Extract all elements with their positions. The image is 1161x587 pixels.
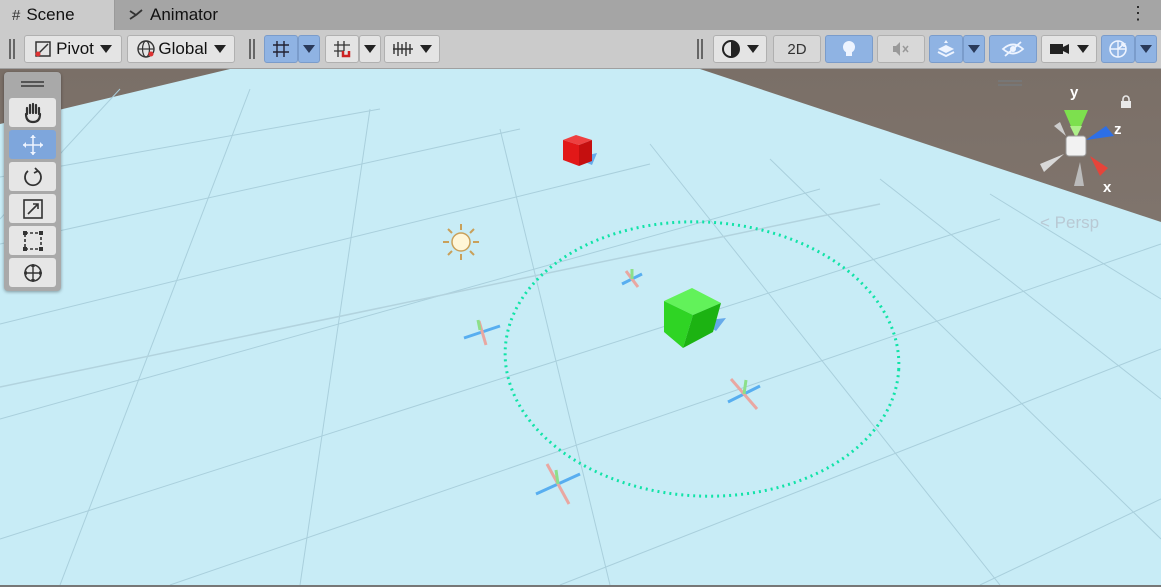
grid-snap-icon bbox=[273, 41, 289, 57]
chevron-down-icon bbox=[364, 45, 376, 53]
chevron-down-icon bbox=[968, 45, 980, 53]
tools-overlay bbox=[4, 72, 61, 291]
gizmo-globe-icon bbox=[1109, 40, 1127, 58]
gizmo-x-label: x bbox=[1103, 179, 1112, 196]
tab-bar: # Scene Animator ⋮ bbox=[0, 0, 1161, 30]
hand-icon bbox=[24, 102, 41, 123]
scale-icon bbox=[22, 198, 43, 219]
gizmos-toggle-button[interactable] bbox=[1101, 35, 1135, 63]
rect-transform-icon bbox=[22, 230, 43, 251]
projection-label[interactable]: < Persp bbox=[1040, 213, 1099, 233]
lighting-toggle-button[interactable] bbox=[825, 35, 873, 63]
chevron-down-icon bbox=[99, 45, 112, 53]
grid-visibility-dropdown[interactable] bbox=[298, 35, 320, 63]
2d-label: 2D bbox=[787, 40, 807, 58]
pivot-icon bbox=[35, 41, 51, 57]
rotate-icon bbox=[23, 166, 42, 186]
chevron-down-icon bbox=[1140, 45, 1152, 53]
effects-layers-icon bbox=[937, 40, 955, 58]
lock-icon[interactable] bbox=[1120, 95, 1132, 109]
scale-tool-button[interactable] bbox=[9, 194, 56, 223]
snap-magnet-icon bbox=[334, 41, 351, 58]
grid-visibility-button[interactable] bbox=[264, 35, 298, 63]
scene-canvas[interactable] bbox=[0, 69, 1161, 585]
gizmo-z-label: z bbox=[1114, 121, 1122, 138]
grid-snapping-dropdown[interactable] bbox=[359, 35, 381, 63]
move-tool-button[interactable] bbox=[9, 130, 56, 159]
chevron-down-icon bbox=[420, 45, 432, 53]
tab-animator[interactable]: Animator bbox=[128, 0, 218, 30]
audio-toggle-button[interactable] bbox=[877, 35, 925, 63]
scene-visibility-button[interactable] bbox=[989, 35, 1037, 63]
shading-mode-dropdown[interactable] bbox=[713, 35, 767, 63]
scene-viewport[interactable]: y z x < Persp bbox=[0, 69, 1161, 585]
camera-icon bbox=[1050, 44, 1069, 54]
shading-sphere-icon bbox=[722, 40, 740, 58]
pivot-dropdown[interactable]: Pivot bbox=[24, 35, 122, 63]
overlay-drag-handle[interactable] bbox=[21, 81, 44, 87]
global-dropdown[interactable]: Global bbox=[127, 35, 235, 63]
transform-icon bbox=[23, 263, 42, 282]
grid-snapping-button[interactable] bbox=[325, 35, 359, 63]
tab-scene-label: Scene bbox=[26, 5, 75, 24]
rect-tool-button[interactable] bbox=[9, 226, 56, 255]
globe-icon bbox=[137, 40, 156, 58]
lightbulb-icon bbox=[843, 41, 855, 56]
animator-icon bbox=[129, 9, 143, 20]
eye-hidden-icon bbox=[1001, 41, 1025, 57]
global-label: Global bbox=[158, 39, 208, 58]
scene-toolbar: Pivot Global 2D bbox=[0, 30, 1161, 69]
camera-settings-dropdown[interactable] bbox=[1041, 35, 1097, 63]
chevron-down-icon bbox=[213, 45, 226, 53]
hand-tool-button[interactable] bbox=[9, 98, 56, 127]
chevron-down-icon bbox=[747, 45, 759, 53]
move-arrows-icon bbox=[22, 134, 43, 155]
gizmos-dropdown[interactable] bbox=[1135, 35, 1157, 63]
gizmo-y-label: y bbox=[1070, 84, 1079, 101]
toolbar-grip[interactable] bbox=[697, 39, 703, 59]
effects-toggle-button[interactable] bbox=[929, 35, 963, 63]
gizmo-grip[interactable] bbox=[998, 80, 1022, 86]
tab-scene[interactable]: # Scene bbox=[0, 0, 115, 30]
effects-dropdown[interactable] bbox=[963, 35, 985, 63]
toolbar-grip[interactable] bbox=[9, 39, 15, 59]
increment-snap-button[interactable] bbox=[384, 35, 440, 63]
chevron-down-icon bbox=[303, 45, 315, 53]
ruler-icon bbox=[393, 42, 413, 56]
more-options-icon[interactable]: ⋮ bbox=[1129, 4, 1147, 22]
2d-toggle-button[interactable]: 2D bbox=[773, 35, 821, 63]
transform-tool-button[interactable] bbox=[9, 258, 56, 287]
tab-animator-label: Animator bbox=[150, 5, 219, 24]
chevron-down-icon bbox=[1077, 45, 1089, 53]
directional-light-icon[interactable] bbox=[443, 224, 479, 260]
toolbar-grip[interactable] bbox=[249, 39, 255, 59]
grid-icon: # bbox=[12, 6, 21, 24]
rotate-tool-button[interactable] bbox=[9, 162, 56, 191]
audio-mute-icon bbox=[893, 42, 909, 56]
pivot-label: Pivot bbox=[56, 39, 94, 58]
